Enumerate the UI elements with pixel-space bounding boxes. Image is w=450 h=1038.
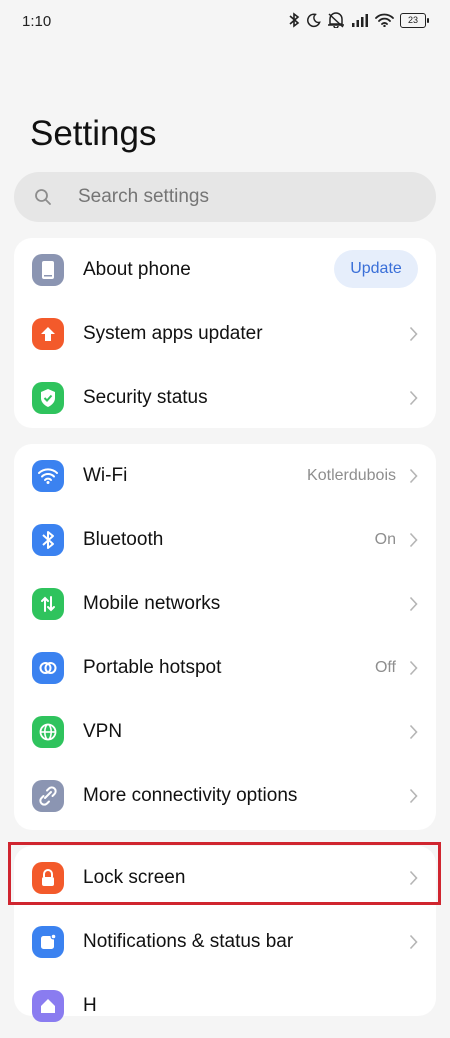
settings-item-vpn[interactable]: VPN [14,700,436,764]
chevron-right-icon [409,660,418,676]
page-title: Settings [30,114,157,153]
notification-icon [32,926,64,958]
settings-item-label: Notifications & status bar [83,931,294,952]
home-screen-icon [32,990,64,1022]
battery-indicator: 23 [400,12,429,28]
settings-item-label: More connectivity options [83,785,298,806]
settings-item-label: Bluetooth [83,529,164,550]
chevron-right-icon [409,596,418,612]
status-time: 1:10 [22,13,52,30]
vibrate-off-icon [328,12,344,28]
arrow-up-icon [32,318,64,350]
chevron-right-icon [409,390,418,406]
highlight-box [8,842,441,905]
settings-item-label: VPN [83,721,123,742]
globe-icon [32,716,64,748]
do-not-disturb-icon [307,12,321,27]
settings-item-value: Off [374,659,396,676]
chevron-right-icon [409,468,418,484]
settings-item-label: System apps updater [83,323,263,344]
chevron-right-icon [409,724,418,740]
settings-item-system-apps-updater[interactable]: System apps updater [14,302,436,366]
settings-item-value: On [374,531,396,548]
phone-icon [32,254,64,286]
chevron-right-icon [409,934,418,950]
settings-item-value: Kotlerdubois [307,467,396,484]
settings-item-home-screen[interactable]: H [14,974,436,1038]
chevron-right-icon [409,532,418,548]
hotspot-icon [32,652,64,684]
status-bar: 1:10 23 [0,0,450,44]
settings-item-bluetooth[interactable]: Bluetooth On [14,508,436,572]
search-bar[interactable] [14,172,436,222]
settings-item-label: About phone [83,259,191,280]
settings-item-label: Wi-Fi [83,465,128,486]
settings-item-notifications[interactable]: Notifications & status bar [14,910,436,974]
search-input[interactable] [78,186,408,208]
settings-item-portable-hotspot[interactable]: Portable hotspot Off [14,636,436,700]
settings-group-connectivity: Wi-Fi Kotlerdubois Bluetooth On Mobile n… [14,444,436,830]
link-icon [32,780,64,812]
settings-item-label: Mobile networks [83,593,221,614]
settings-item-security-status[interactable]: Security status [14,366,436,430]
bluetooth-status-icon [289,12,300,28]
settings-item-wifi[interactable]: Wi-Fi Kotlerdubois [14,444,436,508]
update-button[interactable]: Update [334,250,418,288]
bluetooth-icon [32,524,64,556]
settings-item-mobile-networks[interactable]: Mobile networks [14,572,436,636]
shield-check-icon [32,382,64,414]
settings-item-label: H [83,995,97,1016]
signal-icon [352,14,368,27]
chevron-right-icon [409,326,418,342]
mobile-data-icon [32,588,64,620]
settings-item-label: Security status [83,387,208,408]
settings-item-about-phone[interactable]: About phone Update [14,238,436,302]
chevron-right-icon [409,788,418,804]
settings-group-device: About phone Update System apps updater S… [14,238,436,428]
status-icons: 23 [288,12,429,28]
settings-item-more-connectivity[interactable]: More connectivity options [14,764,436,828]
search-icon [35,189,51,205]
wifi-status-icon [375,13,394,27]
wifi-icon [32,460,64,492]
settings-item-label: Portable hotspot [83,657,222,678]
